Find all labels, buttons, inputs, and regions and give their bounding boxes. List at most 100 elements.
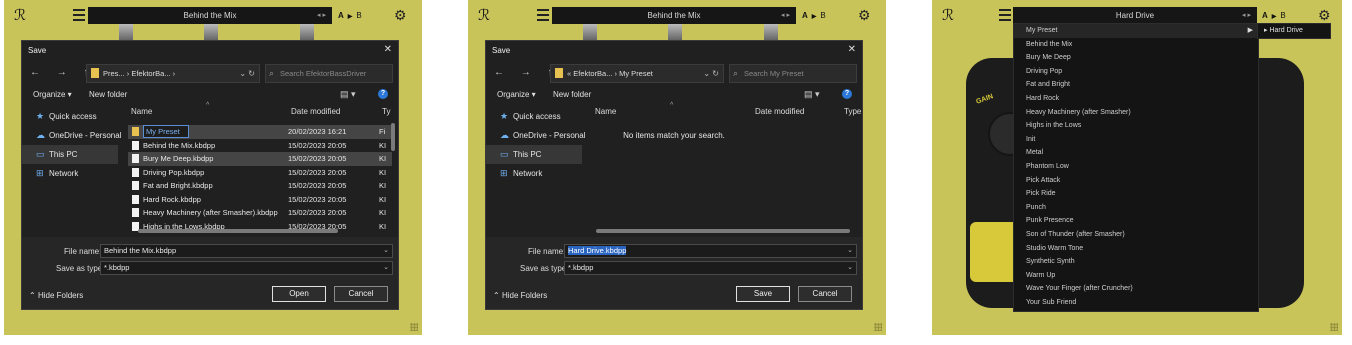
- list-item[interactable]: Behind the Mix.kbdpp 15/02/2023 20:05 KI: [128, 139, 392, 153]
- resize-grip-icon[interactable]: [410, 323, 418, 331]
- col-name[interactable]: Name: [595, 107, 616, 116]
- nav-item-network[interactable]: ⊞ Network: [486, 164, 582, 183]
- menu-item[interactable]: Pick Ride: [1014, 187, 1258, 201]
- nav-item-network[interactable]: ⊞ Network: [22, 164, 118, 183]
- menu-item[interactable]: Punk Presence: [1014, 214, 1258, 228]
- list-item[interactable]: My Preset 20/02/2023 16:21 Fi: [128, 125, 392, 139]
- hamburger-icon[interactable]: [73, 9, 85, 21]
- menu-item[interactable]: Driving Pop: [1014, 65, 1258, 79]
- ab-arrow-icon[interactable]: ▶: [1272, 14, 1277, 20]
- organize-button[interactable]: Organize ▾: [33, 90, 72, 99]
- menu-item[interactable]: Warm Up: [1014, 269, 1258, 283]
- nav-item-quick-access[interactable]: ★ Quick access: [486, 107, 582, 126]
- col-name[interactable]: Name: [131, 107, 152, 116]
- logo-icon[interactable]: ℛ: [942, 7, 958, 23]
- menu-item[interactable]: Your Sub Friend: [1014, 296, 1258, 310]
- menu-item[interactable]: Wave Your Finger (after Cruncher): [1014, 282, 1258, 296]
- close-icon[interactable]: ✕: [384, 44, 392, 55]
- horizontal-scrollbar[interactable]: [128, 227, 390, 235]
- hamburger-icon[interactable]: [537, 9, 549, 21]
- preset-arrows-icon[interactable]: ◂ ▸: [1242, 7, 1251, 24]
- address-bar[interactable]: « EfektorBa... › My Preset ⌄ ↻: [550, 64, 724, 83]
- chevron-down-icon[interactable]: ⌄: [383, 262, 389, 274]
- menu-item[interactable]: Init: [1014, 133, 1258, 147]
- menu-item[interactable]: Punch: [1014, 201, 1258, 215]
- scroll-thumb[interactable]: [138, 229, 338, 233]
- resize-grip-icon[interactable]: [1330, 323, 1338, 331]
- refresh-icon[interactable]: ⌄ ↻: [239, 65, 255, 82]
- file-name-field[interactable]: Hard Drive.kbdpp ⌄: [564, 244, 857, 258]
- refresh-icon[interactable]: ⌄ ↻: [703, 65, 719, 82]
- ab-a-label[interactable]: A: [1262, 11, 1268, 20]
- rename-field[interactable]: My Preset: [143, 125, 189, 138]
- view-options-icon[interactable]: ▤ ▾: [804, 89, 820, 100]
- preset-arrows-icon[interactable]: ◂ ▸: [781, 7, 790, 24]
- view-options-icon[interactable]: ▤ ▾: [340, 89, 356, 100]
- search-box[interactable]: ⌕ Search My Preset: [729, 64, 857, 83]
- preset-selector[interactable]: Behind the Mix ◂ ▸: [88, 7, 332, 24]
- cancel-button[interactable]: Cancel: [334, 286, 388, 302]
- hamburger-icon[interactable]: [999, 9, 1011, 21]
- resize-grip-icon[interactable]: [874, 323, 882, 331]
- ab-b-label[interactable]: B: [1280, 11, 1285, 20]
- menu-item[interactable]: Bury Me Deep: [1014, 51, 1258, 65]
- hide-folders-toggle[interactable]: ⌃ Hide Folders: [29, 291, 83, 300]
- chevron-down-icon[interactable]: ⌄: [383, 245, 389, 257]
- list-item[interactable]: Fat and Bright.kbdpp 15/02/2023 20:05 KI: [128, 179, 392, 193]
- file-name-field[interactable]: Behind the Mix.kbdpp ⌄: [100, 244, 393, 258]
- address-bar[interactable]: Pres... › EfektorBa... › ⌄ ↻: [86, 64, 260, 83]
- col-type[interactable]: Type: [844, 107, 861, 116]
- open-button[interactable]: Open: [272, 286, 326, 302]
- save-type-select[interactable]: *.kbdpp ⌄: [100, 261, 393, 275]
- col-date[interactable]: Date modified: [755, 107, 804, 116]
- col-date[interactable]: Date modified: [291, 107, 340, 116]
- menu-item[interactable]: Metal: [1014, 146, 1258, 160]
- nav-item-onedrive[interactable]: ☁ OneDrive - Personal: [22, 126, 121, 145]
- ab-arrow-icon[interactable]: ▶: [348, 14, 353, 20]
- search-placeholder[interactable]: Search My Preset: [744, 65, 804, 82]
- new-folder-button[interactable]: New folder: [553, 90, 591, 99]
- new-folder-button[interactable]: New folder: [89, 90, 127, 99]
- list-item[interactable]: Heavy Machinery (after Smasher).kbdpp 15/…: [128, 206, 392, 220]
- organize-button[interactable]: Organize ▾: [497, 90, 536, 99]
- ab-arrow-icon[interactable]: ▶: [812, 14, 817, 20]
- ab-a-label[interactable]: A: [338, 11, 344, 20]
- list-item[interactable]: Driving Pop.kbdpp 15/02/2023 20:05 KI: [128, 166, 392, 180]
- help-icon[interactable]: ?: [842, 89, 852, 99]
- hide-folders-toggle[interactable]: ⌃ Hide Folders: [493, 291, 547, 300]
- ab-compare[interactable]: A ▶ B: [338, 7, 362, 26]
- address-path[interactable]: Pres... › EfektorBa... ›: [103, 65, 175, 82]
- menu-item[interactable]: Studio Warm Tone: [1014, 242, 1258, 256]
- chevron-down-icon[interactable]: ⌄: [847, 262, 853, 274]
- list-item[interactable]: Bury Me Deep.kbdpp 15/02/2023 20:05 KI: [128, 152, 392, 166]
- col-type[interactable]: Ty: [382, 107, 390, 116]
- submenu-hard-drive[interactable]: ▸ Hard Drive: [1257, 23, 1331, 39]
- list-item[interactable]: Hard Rock.kbdpp 15/02/2023 20:05 KI: [128, 193, 392, 207]
- menu-item[interactable]: Synthetic Synth: [1014, 255, 1258, 269]
- menu-item[interactable]: Pick Attack: [1014, 174, 1258, 188]
- save-type-select[interactable]: *.kbdpp ⌄: [564, 261, 857, 275]
- nav-item-this-pc[interactable]: ▭ This PC: [22, 145, 118, 164]
- ab-compare[interactable]: A ▶ B: [802, 7, 826, 26]
- help-icon[interactable]: ?: [378, 89, 388, 99]
- gear-icon[interactable]: ⚙: [1318, 7, 1331, 23]
- ab-b-label[interactable]: B: [820, 11, 825, 20]
- gear-icon[interactable]: ⚙: [858, 7, 871, 23]
- menu-item[interactable]: Hard Rock: [1014, 92, 1258, 106]
- menu-item[interactable]: Son of Thunder (after Smasher): [1014, 228, 1258, 242]
- address-path[interactable]: « EfektorBa... › My Preset: [567, 65, 653, 82]
- cancel-button[interactable]: Cancel: [798, 286, 852, 302]
- gear-icon[interactable]: ⚙: [394, 7, 407, 23]
- scroll-thumb[interactable]: [596, 229, 850, 233]
- preset-selector[interactable]: Hard Drive ◂ ▸: [1013, 7, 1257, 24]
- preset-selector[interactable]: Behind the Mix ◂ ▸: [552, 7, 796, 24]
- save-button[interactable]: Save: [736, 286, 790, 302]
- preset-arrows-icon[interactable]: ◂ ▸: [317, 7, 326, 24]
- logo-icon[interactable]: ℛ: [478, 7, 494, 23]
- ab-b-label[interactable]: B: [356, 11, 361, 20]
- chevron-down-icon[interactable]: ⌄: [847, 245, 853, 257]
- logo-icon[interactable]: ℛ: [14, 7, 30, 23]
- menu-item[interactable]: Behind the Mix: [1014, 38, 1258, 52]
- nav-item-this-pc[interactable]: ▭ This PC: [486, 145, 582, 164]
- menu-item[interactable]: My Preset ▶: [1014, 24, 1258, 38]
